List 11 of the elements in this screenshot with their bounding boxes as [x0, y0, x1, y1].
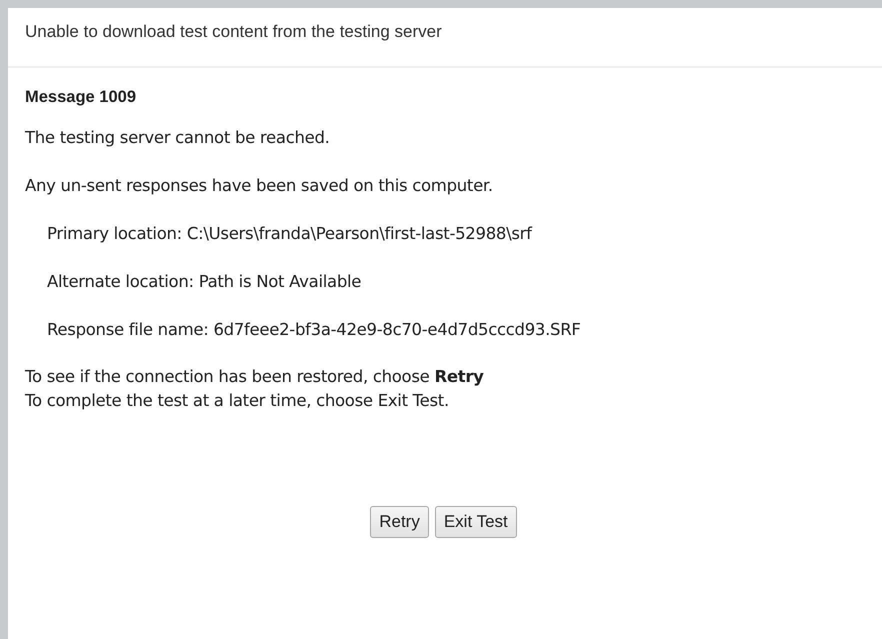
detail-text: Primary location: C:\Users\franda\Pearson\first-last-52988\srf: [47, 223, 534, 245]
message-text: The testing server cannot be reached.: [25, 127, 331, 149]
detail-text: Alternate location: Path is Not Available: [47, 271, 362, 293]
dialog-button[interactable]: Exit Test: [434, 506, 517, 538]
message-heading: Message 1009: [25, 88, 137, 107]
message-text: Any un-sent responses have been saved on this computer.: [25, 175, 494, 197]
dialog-title: Unable to download test content from the testing server: [25, 22, 442, 41]
dialog-button[interactable]: Retry: [370, 506, 429, 538]
instruction-text: To see if the connection has been restored, choose Retry: [25, 366, 485, 388]
detail-text: Response file name: 6d7feee2-bf3a-42e9-8c70-e4d7d5cccd93.SRF: [47, 319, 582, 341]
instruction-text: To complete the test at a later time, choose Exit Test.: [25, 390, 450, 412]
